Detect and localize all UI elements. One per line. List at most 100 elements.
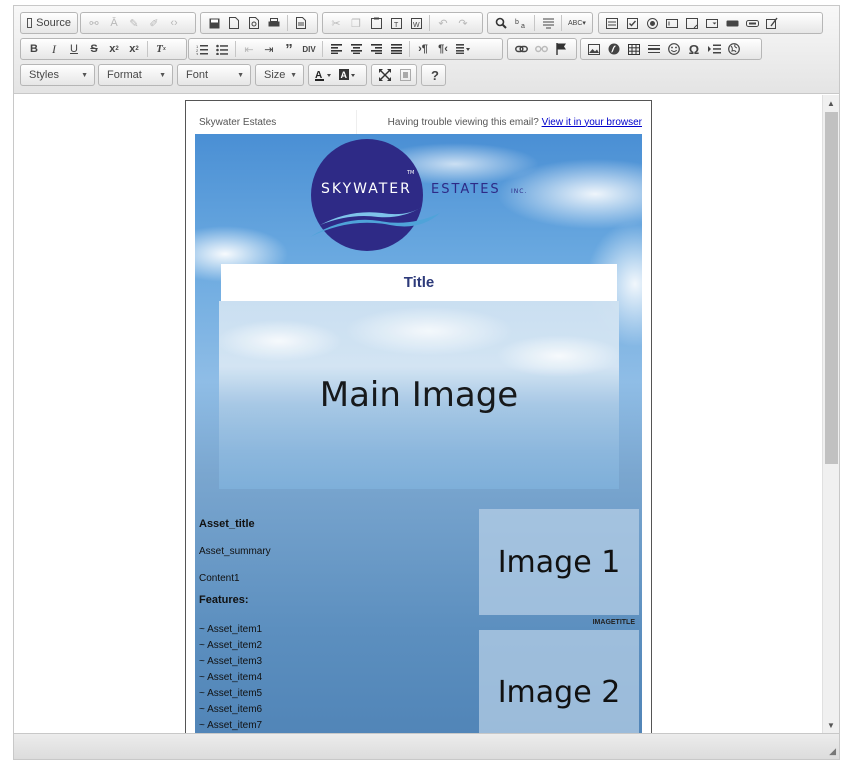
redo-icon[interactable]: ↷: [453, 14, 473, 32]
scroll-down-icon[interactable]: ▼: [823, 717, 839, 733]
blockquote-icon[interactable]: ”: [279, 40, 299, 58]
print-icon[interactable]: [264, 14, 284, 32]
size-combo[interactable]: Size ▼: [255, 64, 304, 86]
styles-combo[interactable]: Styles ▼: [20, 64, 95, 86]
find-icon[interactable]: [491, 14, 511, 32]
tools-group: [371, 64, 417, 86]
editor-content-area[interactable]: Skywater Estates Having trouble viewing …: [14, 95, 822, 733]
select-all-icon[interactable]: [538, 14, 558, 32]
language-icon[interactable]: [453, 40, 473, 58]
replace-icon[interactable]: ba: [511, 14, 531, 32]
font-combo-label: Font: [186, 69, 209, 81]
align-right-icon[interactable]: [366, 40, 386, 58]
show-blocks-icon[interactable]: [395, 66, 415, 84]
remove-format-icon[interactable]: ✐: [144, 14, 164, 32]
list-item: ~ Asset_item4: [199, 672, 263, 683]
font-a-icon[interactable]: Ā: [104, 14, 124, 32]
logo-suffix: INC.: [511, 188, 527, 195]
text-color-icon[interactable]: A: [312, 66, 336, 84]
undo-icon[interactable]: ↶: [433, 14, 453, 32]
clipboard-group: ✂ ❐ T W ↶ ↷: [322, 12, 483, 34]
resize-grip-icon[interactable]: ◢: [826, 746, 836, 756]
styles-combo-label: Styles: [29, 69, 59, 81]
new-page-icon[interactable]: [224, 14, 244, 32]
font-combo[interactable]: Font ▼: [177, 64, 251, 86]
email-hero: SKYWATER TM ESTATES INC. Title Main Imag…: [195, 134, 642, 733]
view-in-browser-link[interactable]: View it in your browser: [542, 117, 642, 128]
textfield-icon[interactable]: [662, 14, 682, 32]
scroll-up-icon[interactable]: ▲: [823, 95, 839, 111]
image-button-icon[interactable]: [742, 14, 762, 32]
unlink-icon[interactable]: [531, 40, 551, 58]
bulleted-list-icon[interactable]: [212, 40, 232, 58]
flash-icon[interactable]: [604, 40, 624, 58]
preview-icon[interactable]: [244, 14, 264, 32]
bold-icon[interactable]: B: [24, 40, 44, 58]
list-item: ~ Asset_item6: [199, 704, 263, 715]
templates-icon[interactable]: [291, 14, 311, 32]
email-template: Skywater Estates Having trouble viewing …: [185, 100, 652, 733]
indent-icon[interactable]: ⇥: [259, 40, 279, 58]
select-field-icon[interactable]: [702, 14, 722, 32]
align-center-icon[interactable]: [346, 40, 366, 58]
iframe-globe-icon[interactable]: [724, 40, 744, 58]
logo-name: SKYWATER: [321, 181, 412, 197]
form-icon[interactable]: [602, 14, 622, 32]
maximize-icon[interactable]: [375, 66, 395, 84]
strikethrough-icon[interactable]: S: [84, 40, 104, 58]
save-icon[interactable]: [204, 14, 224, 32]
link-icon[interactable]: [511, 40, 531, 58]
image-caption: IMAGETITLE: [592, 619, 635, 626]
italic-icon[interactable]: I: [44, 40, 64, 58]
vertical-scrollbar[interactable]: ▲ ▼: [822, 95, 839, 733]
anchor-flag-icon[interactable]: [551, 40, 571, 58]
div-container-icon[interactable]: DIV: [299, 40, 319, 58]
button-field-icon[interactable]: [722, 14, 742, 32]
hidden-field-icon[interactable]: [762, 14, 782, 32]
spellcheck-icon[interactable]: ABC▾: [565, 14, 589, 32]
image-1-placeholder: Image 1: [479, 509, 639, 615]
code-icon[interactable]: ‹›: [164, 14, 184, 32]
format-combo[interactable]: Format ▼: [98, 64, 173, 86]
paste-icon[interactable]: [366, 14, 386, 32]
underline-icon[interactable]: U: [64, 40, 84, 58]
source-button[interactable]: Source: [24, 14, 74, 32]
scroll-thumb[interactable]: [825, 112, 838, 464]
editor-toolbar: Source ⚯ Ā ✎ ✐ ‹› ✂ ❐ T W ↶ ↷ b a ABC▾ B…: [14, 6, 839, 94]
list-item: ~ Asset_item3: [199, 656, 263, 667]
numbered-list-icon[interactable]: 123: [192, 40, 212, 58]
checkbox-icon[interactable]: [622, 14, 642, 32]
insert-group: Ω: [580, 38, 762, 60]
radio-icon[interactable]: [642, 14, 662, 32]
textarea-icon[interactable]: [682, 14, 702, 32]
justify-icon[interactable]: [386, 40, 406, 58]
table-icon[interactable]: [624, 40, 644, 58]
paste-word-icon[interactable]: W: [406, 14, 426, 32]
subscript-icon[interactable]: x2: [104, 40, 124, 58]
paste-format-icon[interactable]: ✎: [124, 14, 144, 32]
background-color-icon[interactable]: A: [336, 66, 360, 84]
image-icon[interactable]: [584, 40, 604, 58]
asset-content: Content1: [199, 573, 240, 584]
horizontal-rule-icon[interactable]: [644, 40, 664, 58]
image-2-placeholder: Image 2: [479, 630, 639, 733]
copy-icon[interactable]: ❐: [346, 14, 366, 32]
align-left-icon[interactable]: [326, 40, 346, 58]
special-char-icon[interactable]: Ω: [684, 40, 704, 58]
ltr-icon[interactable]: ›¶: [413, 40, 433, 58]
email-title: Title: [221, 264, 617, 301]
skywater-logo: SKYWATER TM ESTATES INC.: [310, 139, 527, 251]
paste-text-icon[interactable]: T: [386, 14, 406, 32]
rtl-icon[interactable]: ¶‹: [433, 40, 453, 58]
cut-icon[interactable]: ✂: [326, 14, 346, 32]
main-image-label: Main Image: [319, 375, 519, 415]
outdent-icon[interactable]: ⇤: [239, 40, 259, 58]
smiley-icon[interactable]: [664, 40, 684, 58]
help-button[interactable]: ?: [425, 66, 445, 84]
remove-format-icon-2[interactable]: Tx: [151, 40, 171, 58]
superscript-icon[interactable]: x2: [124, 40, 144, 58]
list-item: ~ Asset_item7: [199, 720, 263, 731]
page-break-icon[interactable]: [704, 40, 724, 58]
email-header: Skywater Estates Having trouble viewing …: [195, 110, 642, 134]
find-doc-icon[interactable]: ⚯: [84, 14, 104, 32]
